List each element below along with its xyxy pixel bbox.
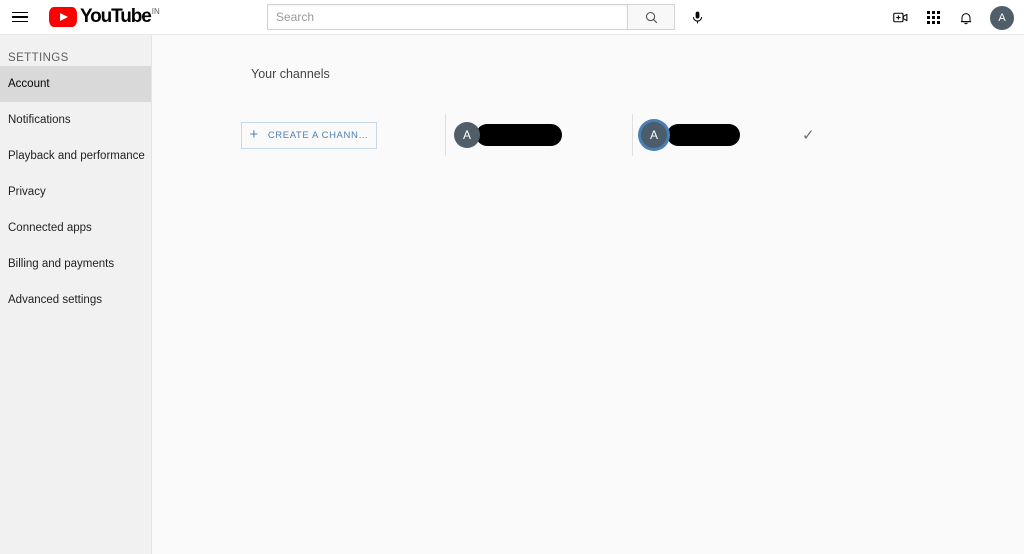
sidebar-item-label: Notifications — [8, 114, 71, 126]
search-area — [267, 4, 710, 30]
sidebar-item-notifications[interactable]: Notifications — [0, 102, 151, 138]
hamburger-line — [12, 20, 28, 23]
main-content: Your channels + CREATE A CHANN… A A ✓ — [153, 35, 1024, 554]
channel-name-redacted — [667, 124, 740, 146]
create-channel-button[interactable]: + CREATE A CHANN… — [241, 121, 377, 149]
hamburger-line — [12, 11, 28, 14]
hamburger-menu-icon[interactable] — [3, 0, 37, 34]
create-video-button[interactable] — [885, 3, 915, 33]
selected-channel-checkmark-icon: ✓ — [802, 126, 815, 144]
account-avatar[interactable]: A — [990, 5, 1014, 30]
sidebar-item-label: Account — [8, 78, 50, 90]
sidebar-item-connected-apps[interactable]: Connected apps — [0, 210, 151, 246]
sidebar-item-account[interactable]: Account — [0, 66, 151, 102]
sidebar-item-label: Connected apps — [8, 222, 92, 234]
settings-sidebar: SETTINGS Account Notifications Playback … — [0, 35, 152, 554]
channel-item[interactable]: A — [454, 122, 562, 148]
channel-avatar: A — [454, 122, 480, 148]
channel-divider — [445, 114, 446, 156]
create-video-icon — [892, 12, 907, 23]
sidebar-item-label: Billing and payments — [8, 258, 115, 270]
sidebar-item-billing-and-payments[interactable]: Billing and payments — [0, 246, 151, 282]
notification-bell-icon — [960, 12, 972, 24]
channel-avatar: A — [641, 122, 667, 148]
apps-button[interactable] — [918, 3, 948, 33]
notifications-button[interactable] — [951, 3, 981, 33]
sidebar-item-label: Advanced settings — [8, 294, 102, 306]
sidebar-item-label: Playback and performance — [8, 150, 145, 162]
top-header-bar: YouTube IN Search A — [0, 0, 1024, 35]
sidebar-title: SETTINGS — [8, 52, 69, 64]
sidebar-item-playback-and-performance[interactable]: Playback and performance — [0, 138, 151, 174]
hamburger-line — [12, 16, 28, 18]
youtube-logo[interactable]: YouTube IN — [49, 6, 160, 28]
create-channel-label: CREATE A CHANN… — [267, 129, 369, 141]
sidebar-item-label: Privacy — [8, 186, 46, 198]
search-button[interactable] — [627, 4, 675, 30]
search-icon — [645, 11, 657, 23]
youtube-logo-text: YouTube — [80, 6, 152, 27]
voice-search-button[interactable] — [684, 4, 710, 30]
microphone-icon — [692, 11, 702, 23]
youtube-country-code: IN — [151, 7, 160, 16]
channel-item[interactable]: A ✓ — [641, 122, 815, 148]
sidebar-item-privacy[interactable]: Privacy — [0, 174, 151, 210]
search-box[interactable] — [267, 4, 627, 30]
channels-row: + CREATE A CHANN… A A ✓ — [153, 105, 815, 165]
sidebar-item-advanced-settings[interactable]: Advanced settings — [0, 282, 151, 318]
plus-icon: + — [249, 126, 259, 143]
apps-grid-icon — [926, 11, 940, 24]
channel-divider — [632, 114, 633, 156]
search-input[interactable] — [268, 9, 627, 25]
channel-name-redacted — [476, 124, 562, 146]
page-title: Your channels — [251, 67, 330, 81]
header-actions: A — [882, 0, 1014, 35]
youtube-play-icon — [49, 7, 77, 27]
